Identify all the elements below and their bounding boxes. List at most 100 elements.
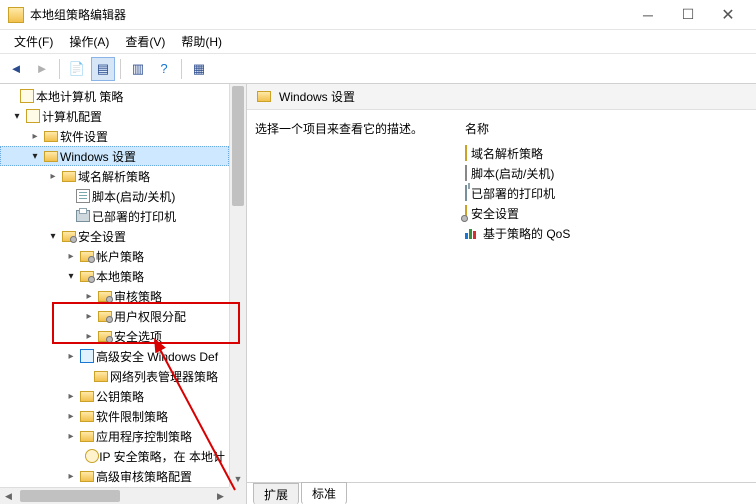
list-item-security[interactable]: 安全设置 <box>465 203 748 223</box>
maximize-button[interactable]: ☐ <box>668 3 708 27</box>
tree-app-control[interactable]: ▸ 应用程序控制策略 <box>0 426 229 446</box>
toolbar-separator <box>59 59 60 79</box>
folder-icon <box>94 371 108 382</box>
tree-label: 安全选项 <box>114 328 162 345</box>
list-item-label: 已部署的打印机 <box>471 185 555 202</box>
list-item-qos[interactable]: 基于策略的 QoS <box>465 223 748 243</box>
properties-button[interactable]: ▦ <box>187 57 211 81</box>
scroll-right-icon[interactable]: ▶ <box>212 488 229 504</box>
expand-icon[interactable]: ▸ <box>82 311 96 322</box>
tree-advanced-audit[interactable]: ▸ 高级审核策略配置 <box>0 466 229 486</box>
security-folder-icon <box>80 251 94 262</box>
expand-icon[interactable]: ▸ <box>64 431 78 442</box>
qos-icon <box>465 227 479 239</box>
close-button[interactable]: ✕ <box>708 3 748 27</box>
expand-icon[interactable]: ▸ <box>28 131 42 142</box>
tree-security-settings[interactable]: ▾ 安全设置 <box>0 226 229 246</box>
scroll-left-icon[interactable]: ◀ <box>0 488 17 504</box>
menu-help[interactable]: 帮助(H) <box>173 31 230 52</box>
content-header: Windows 设置 <box>247 84 756 110</box>
ipsec-icon <box>85 449 99 463</box>
scroll-thumb[interactable] <box>232 86 244 206</box>
tree-label: 网络列表管理器策略 <box>110 368 218 385</box>
tree-windows-defender-fw[interactable]: ▸ 高级安全 Windows Def <box>0 346 229 366</box>
tree-label: 域名解析策略 <box>78 168 150 185</box>
content-tabs: 扩展 标准 <box>247 482 756 504</box>
folder-icon <box>80 391 94 402</box>
tab-standard[interactable]: 标准 <box>301 482 347 504</box>
tree-software-restriction[interactable]: ▸ 软件限制策略 <box>0 406 229 426</box>
security-folder-icon <box>80 271 94 282</box>
tree-computer-config[interactable]: ▾ 计算机配置 <box>0 106 229 126</box>
tree-label: 安全设置 <box>78 228 126 245</box>
collapse-icon[interactable]: ▾ <box>10 111 24 122</box>
expand-icon[interactable]: ▸ <box>64 391 78 402</box>
nav-back-button[interactable]: ◄ <box>4 57 28 81</box>
tree-label: 帐户策略 <box>96 248 144 265</box>
menu-view[interactable]: 查看(V) <box>117 31 173 52</box>
expand-icon[interactable]: ▸ <box>64 251 78 262</box>
security-folder-icon <box>98 291 112 302</box>
security-folder-icon <box>62 231 76 242</box>
expand-icon[interactable]: ▸ <box>64 351 78 362</box>
folder-icon <box>44 131 58 142</box>
window-title: 本地组策略编辑器 <box>30 6 628 23</box>
tree-windows-settings[interactable]: ▾ Windows 设置 <box>0 146 229 166</box>
tab-extended[interactable]: 扩展 <box>253 483 299 504</box>
content-description: 选择一个项目来查看它的描述。 <box>255 120 455 137</box>
collapse-icon[interactable]: ▾ <box>64 271 78 282</box>
scroll-thumb[interactable] <box>20 490 120 502</box>
folder-icon <box>465 145 467 161</box>
tree-dns-policy[interactable]: ▸ 域名解析策略 <box>0 166 229 186</box>
expand-icon[interactable]: ▸ <box>82 291 96 302</box>
expand-icon[interactable]: ▸ <box>82 331 96 342</box>
scroll-down-icon[interactable]: ▼ <box>230 470 246 487</box>
tree-ipsec[interactable]: IP 安全策略，在 本地计 <box>0 446 229 466</box>
tree-user-rights[interactable]: ▸ 用户权限分配 <box>0 306 229 326</box>
folder-icon <box>80 471 94 482</box>
policy-icon <box>20 89 34 103</box>
show-tree-button[interactable]: ▤ <box>91 57 115 81</box>
firewall-icon <box>80 349 94 363</box>
minimize-button[interactable]: ─ <box>628 3 668 27</box>
expand-icon[interactable]: ▸ <box>46 171 60 182</box>
app-icon <box>8 7 24 23</box>
list-item-printers[interactable]: 已部署的打印机 <box>465 183 748 203</box>
scroll-corner <box>229 487 246 504</box>
tree-account-policies[interactable]: ▸ 帐户策略 <box>0 246 229 266</box>
tree-security-options[interactable]: ▸ 安全选项 <box>0 326 229 346</box>
list-item-label: 基于策略的 QoS <box>483 225 570 242</box>
collapse-icon[interactable]: ▾ <box>28 151 42 162</box>
tree-label: 本地策略 <box>96 268 144 285</box>
help-button[interactable]: ? <box>152 57 176 81</box>
menu-file[interactable]: 文件(F) <box>6 31 61 52</box>
menu-action[interactable]: 操作(A) <box>61 31 117 52</box>
tree-network-list[interactable]: 网络列表管理器策略 <box>0 366 229 386</box>
titlebar: 本地组策略编辑器 ─ ☐ ✕ <box>0 0 756 30</box>
menubar: 文件(F) 操作(A) 查看(V) 帮助(H) <box>0 30 756 54</box>
list-item-dns[interactable]: 域名解析策略 <box>465 143 748 163</box>
nav-forward-button: ► <box>30 57 54 81</box>
toolbar-separator <box>120 59 121 79</box>
horizontal-scrollbar[interactable]: ◀ ▶ <box>0 487 229 504</box>
list-item-label: 安全设置 <box>471 205 519 222</box>
tree-scripts[interactable]: 脚本(启动/关机) <box>0 186 229 206</box>
tree-label: 用户权限分配 <box>114 308 186 325</box>
tree-root[interactable]: 本地计算机 策略 <box>0 86 229 106</box>
tree-software-settings[interactable]: ▸ 软件设置 <box>0 126 229 146</box>
tree-local-policies[interactable]: ▾ 本地策略 <box>0 266 229 286</box>
list-column-name[interactable]: 名称 <box>465 120 748 137</box>
tree-public-key[interactable]: ▸ 公钥策略 <box>0 386 229 406</box>
expand-icon[interactable]: ▸ <box>64 411 78 422</box>
tree-printers[interactable]: 已部署的打印机 <box>0 206 229 226</box>
vertical-scrollbar[interactable]: ▲ ▼ <box>229 84 246 487</box>
up-button[interactable]: 📄 <box>65 57 89 81</box>
expand-icon[interactable]: ▸ <box>64 471 78 482</box>
collapse-icon[interactable]: ▾ <box>46 231 60 242</box>
folder-icon <box>80 411 94 422</box>
tree-audit-policy[interactable]: ▸ 审核策略 <box>0 286 229 306</box>
export-button[interactable]: ▥ <box>126 57 150 81</box>
tree-label: 计算机配置 <box>42 108 102 125</box>
list-item-scripts[interactable]: 脚本(启动/关机) <box>465 163 748 183</box>
printer-icon <box>465 185 467 201</box>
